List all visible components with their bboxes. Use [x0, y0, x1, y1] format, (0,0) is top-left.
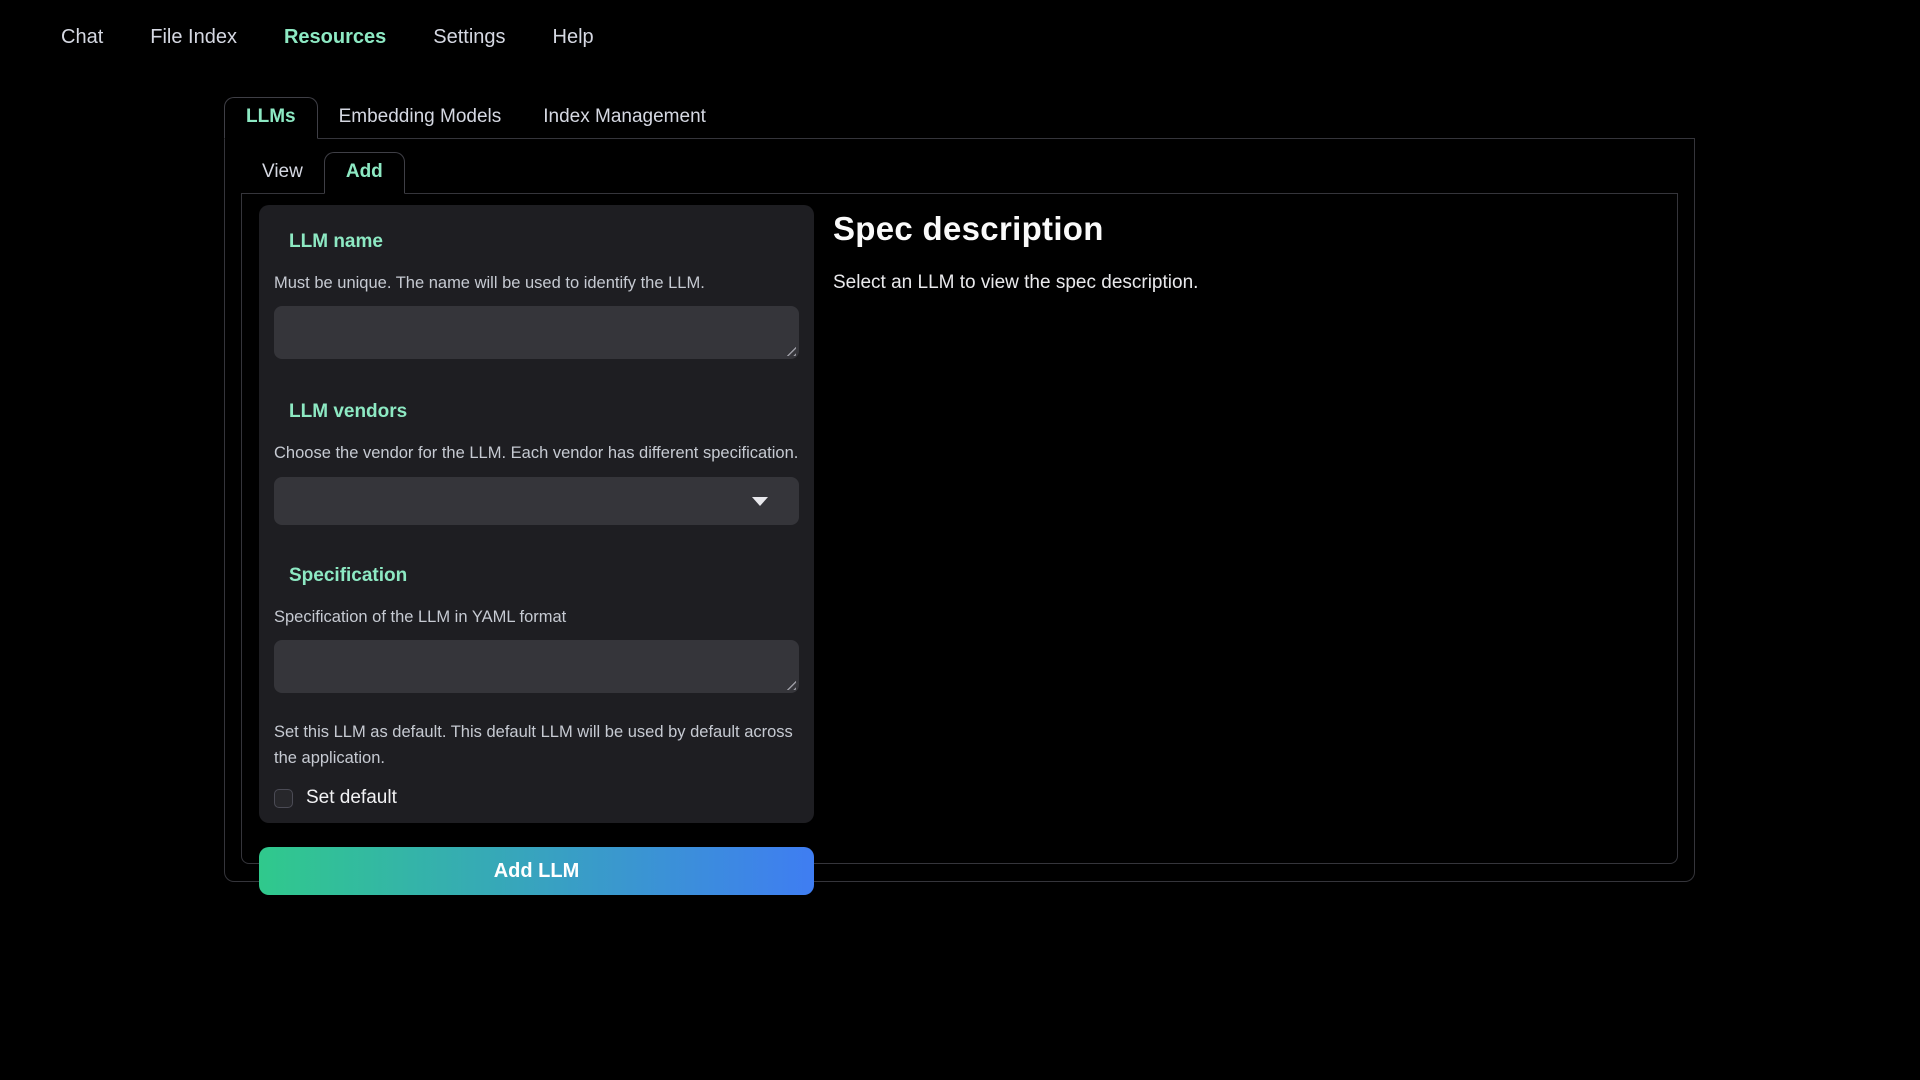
llm-vendors-dropdown[interactable]: [274, 477, 799, 525]
add-llm-form-column: LLM name Must be unique. The name will b…: [259, 205, 814, 852]
specification-input[interactable]: [274, 640, 799, 693]
add-llm-button[interactable]: Add LLM: [259, 847, 814, 895]
tab-llms[interactable]: LLMs: [224, 97, 318, 139]
subtab-view[interactable]: View: [241, 153, 324, 193]
llm-vendors-description: Choose the vendor for the LLM. Each vend…: [274, 442, 799, 465]
add-llm-form-card: LLM name Must be unique. The name will b…: [259, 205, 814, 823]
spec-description-body: Select an LLM to view the spec descripti…: [833, 272, 1660, 294]
llms-subtabnav: View Add: [241, 153, 1678, 194]
nav-item-settings[interactable]: Settings: [433, 26, 505, 49]
nav-item-chat[interactable]: Chat: [61, 26, 103, 49]
tab-embedding-models[interactable]: Embedding Models: [318, 98, 523, 138]
tab-index-management[interactable]: Index Management: [522, 98, 727, 138]
llm-name-input[interactable]: [274, 306, 799, 359]
add-llm-tab-content: LLM name Must be unique. The name will b…: [241, 194, 1678, 864]
llm-name-description: Must be unique. The name will be used to…: [274, 272, 799, 295]
resources-tabnav: LLMs Embedding Models Index Management: [224, 98, 1695, 139]
set-default-row: Set default: [274, 787, 799, 809]
set-default-description: Set this LLM as default. This default LL…: [274, 720, 794, 771]
nav-item-resources[interactable]: Resources: [284, 26, 386, 49]
nav-item-help[interactable]: Help: [553, 26, 594, 49]
llm-name-field: LLM name Must be unique. The name will b…: [274, 231, 799, 359]
llm-name-label: LLM name: [289, 231, 799, 253]
specification-label: Specification: [289, 565, 799, 587]
set-default-checkbox[interactable]: [274, 789, 293, 808]
chevron-down-icon: [752, 497, 768, 506]
specification-description: Specification of the LLM in YAML format: [274, 606, 799, 629]
set-default-label[interactable]: Set default: [306, 787, 397, 809]
llms-tab-content: View Add LLM name Must be unique. The na…: [224, 139, 1695, 882]
llm-vendors-field: LLM vendors Choose the vendor for the LL…: [274, 401, 799, 525]
subtab-add[interactable]: Add: [324, 152, 405, 194]
llm-vendors-label: LLM vendors: [289, 401, 799, 423]
specification-field: Specification Specification of the LLM i…: [274, 565, 799, 693]
top-navigation: Chat File Index Resources Settings Help: [61, 26, 594, 49]
spec-description-panel: Spec description Select an LLM to view t…: [833, 205, 1660, 852]
spec-description-title: Spec description: [833, 210, 1660, 248]
nav-item-file-index[interactable]: File Index: [150, 26, 237, 49]
resources-panel: LLMs Embedding Models Index Management V…: [224, 98, 1695, 882]
